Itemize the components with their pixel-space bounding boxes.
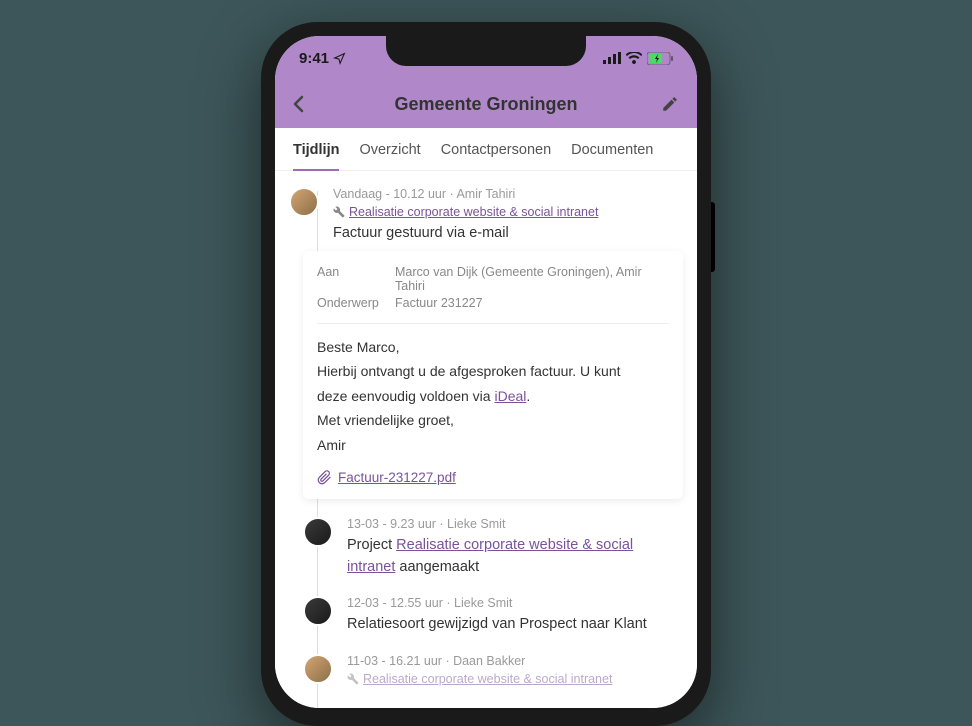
back-icon[interactable] (293, 95, 305, 113)
battery-icon (647, 52, 673, 65)
paperclip-icon (317, 470, 332, 485)
entry-meta: Vandaag - 10.12 uur · Amir Tahiri (333, 187, 683, 201)
avatar[interactable] (289, 187, 319, 217)
project-link[interactable]: Realisatie corporate website & social in… (349, 205, 598, 219)
avatar[interactable] (303, 596, 333, 626)
email-signature: Amir (317, 434, 669, 456)
email-subject-label: Onderwerp (317, 296, 395, 310)
email-closing: Met vriendelijke groet, (317, 409, 669, 431)
status-time: 9:41 (299, 50, 329, 67)
email-to-value: Marco van Dijk (Gemeente Groningen), Ami… (395, 265, 669, 293)
entry-title: Factuur gestuurd via e-mail (333, 225, 683, 241)
tabs: Tijdlijn Overzicht Contactpersonen Docum… (275, 128, 697, 171)
email-to-label: Aan (317, 265, 395, 293)
ideal-link[interactable]: iDeal (494, 388, 526, 404)
timeline-entry: 13-03 - 9.23 uur · Lieke Smit Project Re… (303, 517, 683, 579)
entry-meta: 11-03 - 16.21 uur · Daan Bakker (347, 654, 683, 668)
location-icon (333, 52, 346, 65)
entry-text: Project Realisatie corporate website & s… (347, 535, 683, 579)
tab-overzicht[interactable]: Overzicht (349, 128, 430, 170)
timeline-entry: 12-03 - 12.55 uur · Lieke Smit Relatieso… (303, 596, 683, 636)
edit-icon[interactable] (661, 95, 679, 113)
tab-contactpersonen[interactable]: Contactpersonen (431, 128, 561, 170)
entry-text: Relatiesoort gewijzigd van Prospect naar… (347, 614, 683, 636)
app-header: Gemeente Groningen (275, 80, 697, 128)
project-reference: Realisatie corporate website & social in… (347, 672, 683, 686)
email-greeting: Beste Marco, (317, 336, 669, 358)
email-subject-value: Factuur 231227 (395, 296, 483, 310)
tab-documenten[interactable]: Documenten (561, 128, 663, 170)
tools-icon (333, 206, 345, 218)
project-link[interactable]: Realisatie corporate website & social in… (363, 672, 612, 686)
wifi-icon (626, 52, 642, 64)
email-body: Beste Marco, Hierbij ontvangt u de afges… (317, 336, 669, 456)
email-card: Aan Marco van Dijk (Gemeente Groningen),… (303, 251, 683, 499)
page-title: Gemeente Groningen (394, 94, 577, 115)
timeline-entry: 11-03 - 16.21 uur · Daan Bakker Realisat… (303, 654, 683, 692)
phone-frame: 9:41 Gemeente Groningen Tijdlijn Overzic… (261, 22, 711, 726)
project-reference: Realisatie corporate website & social in… (333, 205, 683, 219)
tab-tijdlijn[interactable]: Tijdlijn (283, 128, 349, 170)
notch (386, 36, 586, 66)
screen: 9:41 Gemeente Groningen Tijdlijn Overzic… (275, 36, 697, 708)
attachment: Factuur-231227.pdf (317, 470, 669, 485)
entry-meta: 12-03 - 12.55 uur · Lieke Smit (347, 596, 683, 610)
avatar[interactable] (303, 654, 333, 684)
side-button (711, 202, 715, 272)
attachment-link[interactable]: Factuur-231227.pdf (338, 470, 456, 485)
signal-icon (603, 52, 621, 64)
timeline-content: Vandaag - 10.12 uur · Amir Tahiri Realis… (275, 171, 697, 708)
entry-meta: 13-03 - 9.23 uur · Lieke Smit (347, 517, 683, 531)
timeline-entry: Vandaag - 10.12 uur · Amir Tahiri Realis… (289, 187, 683, 499)
avatar[interactable] (303, 517, 333, 547)
tools-icon (347, 673, 359, 685)
